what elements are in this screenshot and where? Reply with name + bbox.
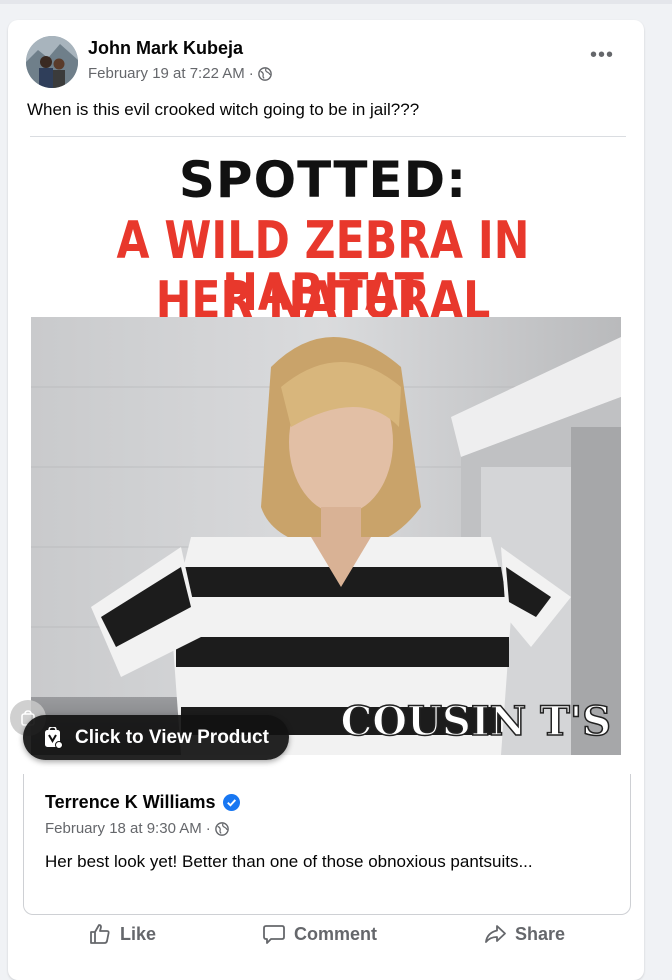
more-options-button[interactable]: ••• <box>590 45 614 65</box>
quoted-author[interactable]: Terrence K Williams <box>45 792 240 813</box>
thumbs-up-icon <box>90 924 110 944</box>
post-meta: February 19 at 7:22 AM · <box>88 65 272 82</box>
like-button[interactable]: Like <box>88 922 156 946</box>
post-card: John Mark Kubeja February 19 at 7:22 AM … <box>8 20 644 980</box>
avatar[interactable] <box>26 36 78 88</box>
globe-icon <box>214 821 229 836</box>
meme-photo: COUSIN T'S <box>31 317 621 755</box>
like-label: Like <box>120 923 157 944</box>
meta-separator: · <box>205 820 211 837</box>
share-label: Share <box>515 923 566 944</box>
post-text: When is this evil crooked witch going to… <box>27 100 420 119</box>
quoted-timestamp[interactable]: February 18 at 9:30 AM <box>45 820 202 837</box>
meme-watermark: COUSIN T'S <box>340 698 611 745</box>
meme-image[interactable]: SPOTTED: A WILD ZEBRA IN HER NATURAL HAB… <box>8 141 644 773</box>
verified-badge-icon <box>222 794 240 811</box>
post-author-name[interactable]: John Mark Kubeja <box>88 38 243 59</box>
quoted-author-name[interactable]: Terrence K Williams <box>45 792 216 813</box>
meme-line-habitat: HABITAT <box>222 263 424 323</box>
quoted-post[interactable]: Terrence K Williams February 18 at 9:30 … <box>23 774 631 915</box>
comment-button[interactable]: Comment <box>262 922 377 946</box>
meta-separator: · <box>248 65 254 82</box>
share-button[interactable]: Share <box>483 922 565 946</box>
post-actions: Like Comment Share <box>8 922 644 962</box>
view-product-label: Click to View Product <box>75 726 269 748</box>
product-tag-icon <box>45 726 63 749</box>
feed-top-edge <box>0 0 672 4</box>
post-timestamp[interactable]: February 19 at 7:22 AM <box>88 65 245 82</box>
comment-icon <box>263 925 285 944</box>
globe-icon <box>257 66 272 81</box>
share-arrow-icon <box>485 925 506 943</box>
quoted-meta: February 18 at 9:30 AM · <box>45 820 229 837</box>
shared-post-divider <box>30 136 626 137</box>
quoted-text: Her best look yet! Better than one of th… <box>45 852 533 871</box>
comment-label: Comment <box>294 923 378 944</box>
view-product-button[interactable]: Click to View Product <box>23 715 289 760</box>
meme-line-spotted: SPOTTED: <box>178 151 468 209</box>
